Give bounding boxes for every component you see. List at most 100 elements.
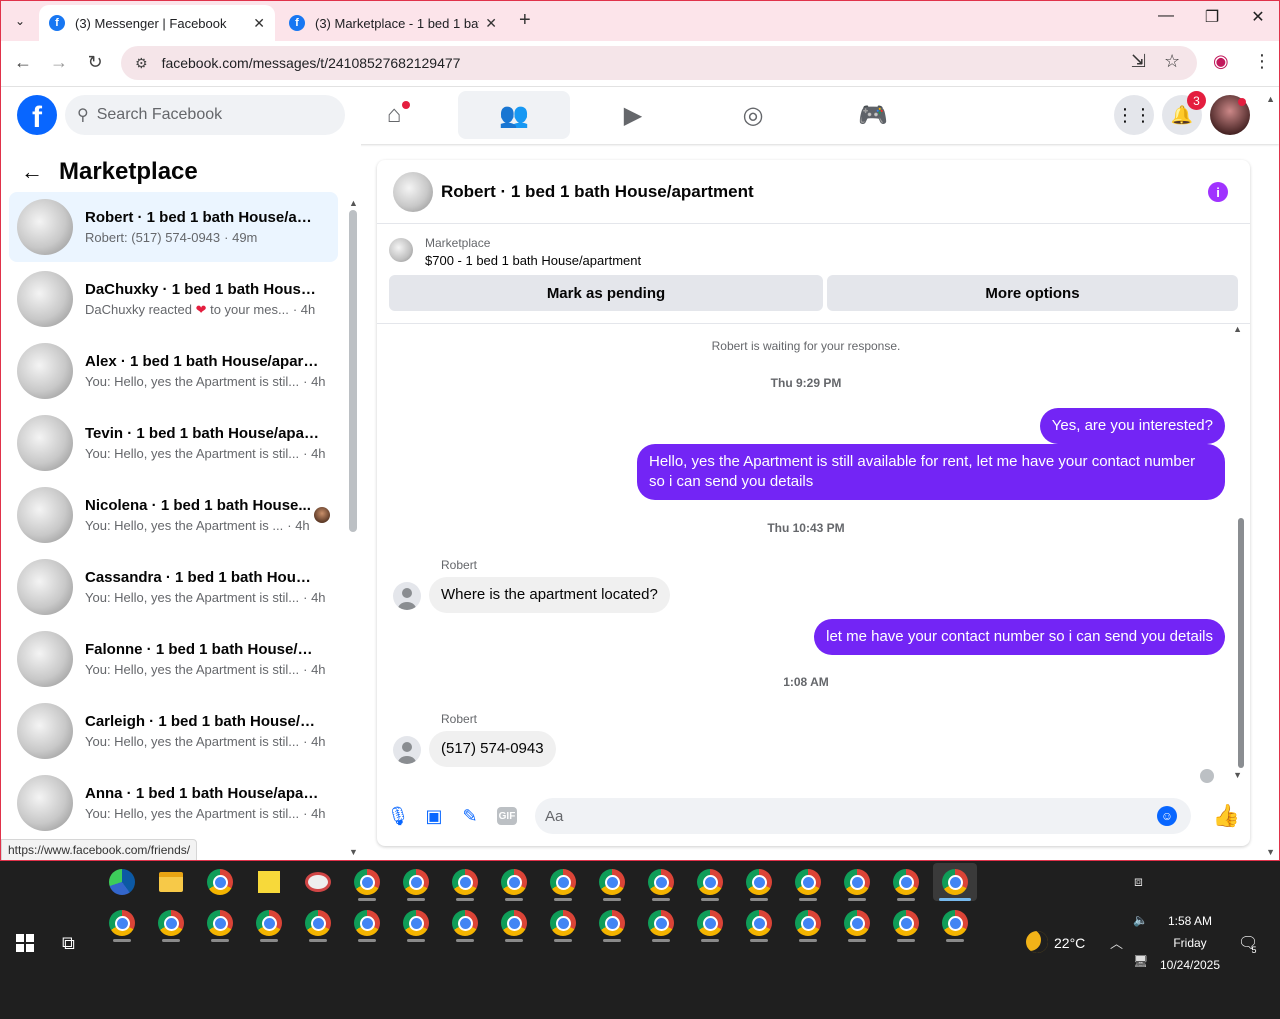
scroll-up-arrow[interactable]: ▲ (1233, 324, 1242, 334)
chrome-profile-app-icon[interactable] (737, 904, 781, 942)
chrome-profile-app-icon[interactable] (247, 904, 291, 942)
listing-summary[interactable]: Marketplace $700 - 1 bed 1 bath House/ap… (389, 236, 641, 268)
chrome-profile-app-icon[interactable] (835, 904, 879, 942)
chrome-profile-app-icon[interactable] (492, 904, 536, 942)
chrome-profile-app-icon[interactable] (688, 904, 732, 942)
meet-now-icon[interactable]: ⧈ (1134, 873, 1143, 890)
chrome-app-icon[interactable] (198, 863, 242, 901)
menu-grid-button[interactable]: ⋮⋮ (1114, 95, 1154, 135)
maximize-button[interactable]: ❐ (1189, 7, 1235, 27)
clock-day[interactable]: Friday (1160, 936, 1220, 950)
site-info-icon[interactable]: ⚙ (135, 55, 148, 72)
minimize-button[interactable]: — (1143, 7, 1189, 25)
page-scroll-up-arrow[interactable]: ▲ (1266, 94, 1275, 104)
back-arrow-icon[interactable]: ← (21, 159, 43, 185)
conversation-item[interactable]: DaChuxky · 1 bed 1 bath House/... DaChux… (9, 264, 338, 334)
reload-button[interactable]: ↻ (83, 52, 107, 73)
chat-title[interactable]: Robert · 1 bed 1 bath House/apartment (441, 182, 754, 202)
photo-icon[interactable]: ▣ (423, 805, 445, 827)
chrome-profile-app-icon[interactable] (737, 863, 781, 901)
nav-gaming[interactable]: 🎮 (817, 91, 929, 139)
bookmark-star-icon[interactable]: ☆ (1164, 51, 1180, 72)
chrome-profile-app-icon[interactable] (443, 904, 487, 942)
thumbs-up-icon[interactable]: 👍 (1213, 803, 1240, 829)
nav-groups[interactable]: ◎ (697, 91, 809, 139)
chrome-profile-app-icon[interactable] (933, 904, 977, 942)
close-tab-icon[interactable]: ✕ (485, 15, 497, 32)
sidebar-scrollbar[interactable] (349, 210, 357, 532)
chrome-profile-app-icon[interactable] (394, 904, 438, 942)
chrome-profile-app-icon[interactable] (835, 863, 879, 901)
conversation-item[interactable]: Cassandra · 1 bed 1 bath House/... You: … (9, 552, 338, 622)
chrome-active-app-icon[interactable] (933, 863, 977, 901)
outgoing-message[interactable]: Yes, are you interested? (1039, 408, 1225, 444)
chrome-profile-app-icon[interactable] (541, 863, 585, 901)
facebook-search-input[interactable]: ⚲ Search Facebook (65, 95, 345, 135)
profile-icon[interactable]: ◉ (1213, 51, 1229, 72)
chrome-profile-app-icon[interactable] (786, 904, 830, 942)
chrome-profile-app-icon[interactable] (492, 863, 536, 901)
facebook-logo[interactable]: f (17, 95, 57, 135)
conversation-item[interactable]: Carleigh · 1 bed 1 bath House/ap... You:… (9, 696, 338, 766)
chrome-profile-app-icon[interactable] (345, 904, 389, 942)
microphone-icon[interactable]: 🎙 (387, 805, 410, 827)
emoji-icon[interactable]: ☺ (1157, 806, 1177, 826)
new-tab-button[interactable]: + (519, 9, 531, 32)
task-view-icon[interactable]: ⧉ (62, 933, 75, 954)
incoming-message[interactable]: Where is the apartment located? (429, 577, 670, 613)
conversation-item[interactable]: Nicolena · 1 bed 1 bath House... You: He… (9, 480, 338, 550)
show-hidden-icons-chevron-icon[interactable]: ︿ (1110, 933, 1123, 952)
clock-date[interactable]: 10/24/2025 (1156, 958, 1224, 972)
chrome-profile-app-icon[interactable] (639, 863, 683, 901)
outgoing-message[interactable]: Hello, yes the Apartment is still availa… (637, 444, 1225, 500)
chrome-profile-app-icon[interactable] (639, 904, 683, 942)
nav-home[interactable]: ⌂ (338, 91, 450, 139)
mark-as-pending-button[interactable]: Mark as pending (389, 275, 823, 311)
chrome-profile-app-icon[interactable] (394, 863, 438, 901)
chrome-profile-app-icon[interactable] (884, 904, 928, 942)
weather-temperature[interactable]: 22°C (1054, 935, 1085, 951)
edge-app-icon[interactable] (100, 863, 144, 901)
chrome-profile-app-icon[interactable] (590, 863, 634, 901)
clock-time[interactable]: 1:58 AM (1160, 914, 1220, 928)
chrome-profile-app-icon[interactable] (198, 904, 242, 942)
close-tab-icon[interactable]: ✕ (253, 15, 265, 32)
chrome-profile-app-icon[interactable] (296, 904, 340, 942)
sticker-icon[interactable]: ✎ (459, 805, 481, 827)
messages-scrollbar[interactable] (1238, 518, 1244, 768)
tab-search-button[interactable]: ⌄ (7, 9, 33, 33)
scroll-down-arrow[interactable]: ▼ (1233, 770, 1242, 780)
file-explorer-app-icon[interactable] (149, 863, 193, 901)
info-icon[interactable]: i (1208, 182, 1228, 202)
chrome-profile-app-icon[interactable] (786, 863, 830, 901)
chrome-profile-app-icon[interactable] (884, 863, 928, 901)
sender-avatar[interactable] (393, 582, 421, 610)
network-icon[interactable]: 🖥 (1133, 954, 1148, 968)
chrome-profile-app-icon[interactable] (345, 863, 389, 901)
chat-avatar[interactable] (393, 171, 433, 212)
back-button[interactable]: ← (11, 52, 35, 73)
outgoing-message[interactable]: let me have your contact number so i can… (814, 619, 1225, 655)
gif-icon[interactable]: GIF (497, 807, 517, 825)
sticky-notes-app-icon[interactable] (247, 863, 291, 901)
chrome-profile-app-icon[interactable] (149, 904, 193, 942)
sender-avatar[interactable] (393, 736, 421, 764)
scroll-up-arrow[interactable]: ▲ (349, 198, 358, 208)
tab-marketplace[interactable]: f (3) Marketplace - 1 bed 1 bath ✕ (279, 5, 507, 41)
paint-app-icon[interactable] (296, 863, 340, 901)
conversation-item[interactable]: Tevin · 1 bed 1 bath House/apart... You:… (9, 408, 338, 478)
browser-menu-icon[interactable]: ⋮ (1253, 51, 1271, 72)
tab-messenger[interactable]: f (3) Messenger | Facebook ✕ (39, 5, 275, 41)
message-input[interactable]: Aa ☺ (535, 798, 1191, 834)
close-window-button[interactable]: ✕ (1235, 7, 1279, 27)
nav-video[interactable]: ▶ (577, 91, 689, 139)
more-options-button[interactable]: More options (827, 275, 1238, 311)
page-scroll-down-arrow[interactable]: ▼ (1266, 847, 1275, 857)
forward-button[interactable]: → (47, 52, 71, 73)
conversation-item[interactable]: Robert · 1 bed 1 bath House/apa... Rober… (9, 192, 338, 262)
nav-friends[interactable]: 👥 (458, 91, 570, 139)
chrome-profile-app-icon[interactable] (541, 904, 585, 942)
windows-start-button[interactable] (16, 934, 34, 952)
chrome-profile-app-icon[interactable] (688, 863, 732, 901)
conversation-item[interactable]: Anna · 1 bed 1 bath House/apart... You: … (9, 768, 338, 838)
